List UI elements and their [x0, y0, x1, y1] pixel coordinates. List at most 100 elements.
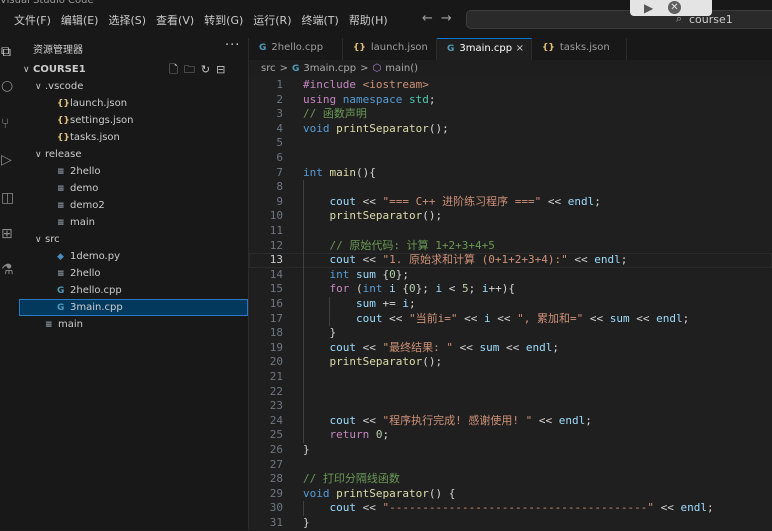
- tree-item[interactable]: ≡ 2hello: [19, 163, 248, 180]
- tab-3main-cpp[interactable]: G 3main.cpp ×: [437, 38, 532, 60]
- tree-item[interactable]: G 3main.cpp: [19, 299, 248, 316]
- tree-item-label: src: [45, 234, 60, 245]
- tree-item-label: release: [45, 149, 82, 160]
- menu-item[interactable]: 文件(F): [0, 12, 56, 30]
- tree-item[interactable]: ≡ main: [19, 214, 248, 231]
- code-token: ();: [428, 121, 449, 135]
- code-line: 9 cout << "=== C++ 进阶练习程序 ===" << endl;: [249, 195, 772, 210]
- code-token: std: [408, 92, 429, 106]
- source-control-icon[interactable]: ⑂: [0, 116, 20, 132]
- code-token: // 原始代码: 计算 1+2+3+4+5: [329, 238, 495, 252]
- code-line: 1 #include <iostream>: [249, 78, 772, 93]
- code-token: ;: [594, 194, 601, 208]
- tab-tasks-json[interactable]: {} tasks.json: [532, 38, 627, 60]
- code-line: 11: [249, 224, 772, 239]
- tree-item[interactable]: ∨ release: [19, 146, 248, 163]
- menu-item[interactable]: 运行(R): [248, 12, 296, 30]
- code-token: i: [402, 297, 409, 310]
- run-debug-icon[interactable]: ▷: [0, 152, 20, 168]
- code-editor[interactable]: 1 #include <iostream> 2 using namespace std…: [249, 78, 772, 530]
- tree-item[interactable]: {}tasks.json: [19, 129, 248, 146]
- code-token: void: [303, 121, 337, 135]
- py-file-icon: ◆: [57, 252, 64, 262]
- tree-item[interactable]: {}launch.json: [19, 95, 248, 112]
- new-folder-icon[interactable]: 🗀: [184, 61, 195, 78]
- tree-item[interactable]: ∨ .vscode: [19, 78, 248, 95]
- tree-item[interactable]: ◆ 1demo.py: [19, 248, 248, 265]
- line-number: 14: [269, 267, 283, 281]
- line-number: 26: [269, 443, 283, 456]
- tree-item[interactable]: {}settings.json: [19, 112, 248, 129]
- code-token: i: [481, 282, 489, 296]
- line-number: 11: [269, 224, 283, 237]
- line-number: 15: [269, 282, 283, 296]
- code-line: 21: [249, 370, 772, 385]
- tree-item[interactable]: ≡ main: [19, 316, 248, 333]
- menu-item[interactable]: 转到(G): [199, 12, 248, 30]
- extensions-icon[interactable]: ⊞: [0, 226, 20, 242]
- breadcrumb-separator: >: [360, 63, 369, 74]
- json-file-icon: {}: [57, 133, 70, 143]
- tree-item[interactable]: ≡ demo: [19, 180, 248, 197]
- menu-item[interactable]: 帮助(H): [344, 12, 393, 30]
- tree-item[interactable]: ≡ demo2: [19, 197, 248, 214]
- breadcrumb-item[interactable]: 3main.cpp: [303, 63, 356, 74]
- close-icon[interactable]: ×: [516, 39, 524, 59]
- explorer-sidebar: 资源管理器 ··· ∨ COURSE1 🗋 🗀 ↻ ⊟ ∨ .vscode {}launch.j…: [19, 38, 249, 530]
- menu-item[interactable]: 编辑(E): [56, 12, 104, 30]
- code-token: endl: [656, 311, 683, 325]
- code-token: "---------------------------------------…: [382, 501, 655, 515]
- code-line: 31}: [249, 516, 772, 531]
- json-file-icon: {}: [542, 43, 555, 53]
- cpp-file-icon: G: [259, 43, 267, 53]
- code-text: // 原始代码: 计算 1+2+3+4+5: [303, 239, 495, 254]
- code-line: 30 cout << "----------------------------…: [249, 501, 772, 516]
- code-line: 14 int sum {0};: [249, 268, 772, 283]
- line-number: 13: [269, 253, 283, 267]
- breadcrumb: src > G 3main.cpp > ⬡ main(): [249, 60, 772, 78]
- code-token: 5: [462, 282, 469, 296]
- code-token: }: [303, 326, 337, 340]
- code-token: 0: [409, 282, 416, 296]
- tab-launch-json[interactable]: {} launch.json: [343, 38, 437, 60]
- testing-icon[interactable]: ⚗: [0, 262, 20, 278]
- back-arrow-icon[interactable]: ←: [422, 11, 433, 26]
- code-token: int: [362, 282, 390, 296]
- navigation-arrows: ← →: [422, 11, 452, 26]
- tree-item[interactable]: G 2hello.cpp: [19, 282, 248, 299]
- new-file-icon[interactable]: 🗋: [169, 61, 178, 78]
- play-icon[interactable]: ▶: [644, 1, 653, 15]
- close-icon[interactable]: ✕: [668, 1, 681, 14]
- menu-item[interactable]: 查看(V): [151, 12, 199, 30]
- tab-2hello-cpp[interactable]: G 2hello.cpp: [249, 38, 343, 60]
- remote-explorer-icon[interactable]: ◫: [0, 190, 20, 206]
- code-token: <<: [541, 194, 568, 208]
- tree-item[interactable]: ∨ COURSE1 🗋 🗀 ↻ ⊟: [19, 61, 248, 78]
- code-line: 10 printSeparator();: [249, 209, 772, 224]
- collapse-all-icon[interactable]: ⊟: [216, 61, 225, 78]
- code-token: <<: [453, 340, 480, 354]
- code-token: cout: [329, 253, 357, 267]
- indent-guide: [303, 501, 304, 516]
- code-token: <<: [356, 413, 383, 427]
- code-token: <<: [490, 311, 518, 325]
- breadcrumb-item[interactable]: main(): [385, 63, 418, 74]
- tree-item[interactable]: ∨ src: [19, 231, 248, 248]
- code-token: cout: [329, 501, 357, 515]
- menu-item[interactable]: 选择(S): [103, 12, 151, 30]
- refresh-icon[interactable]: ↻: [201, 61, 210, 78]
- breadcrumb-item[interactable]: src: [261, 63, 276, 74]
- code-token: <<: [356, 501, 383, 515]
- forward-arrow-icon[interactable]: →: [441, 11, 452, 26]
- tree-item-label: .vscode: [45, 81, 84, 92]
- search-icon[interactable]: ○: [0, 78, 20, 94]
- code-token: // 函数声明: [303, 107, 367, 121]
- command-center-search[interactable]: ⌕ course1: [466, 10, 772, 29]
- tree-item[interactable]: ≡ 2hello: [19, 265, 248, 282]
- more-actions-icon[interactable]: ···: [225, 38, 240, 53]
- menu-item[interactable]: 终端(T): [297, 12, 344, 30]
- explorer-icon[interactable]: ⧉: [0, 44, 20, 60]
- line-number: 30: [269, 501, 283, 515]
